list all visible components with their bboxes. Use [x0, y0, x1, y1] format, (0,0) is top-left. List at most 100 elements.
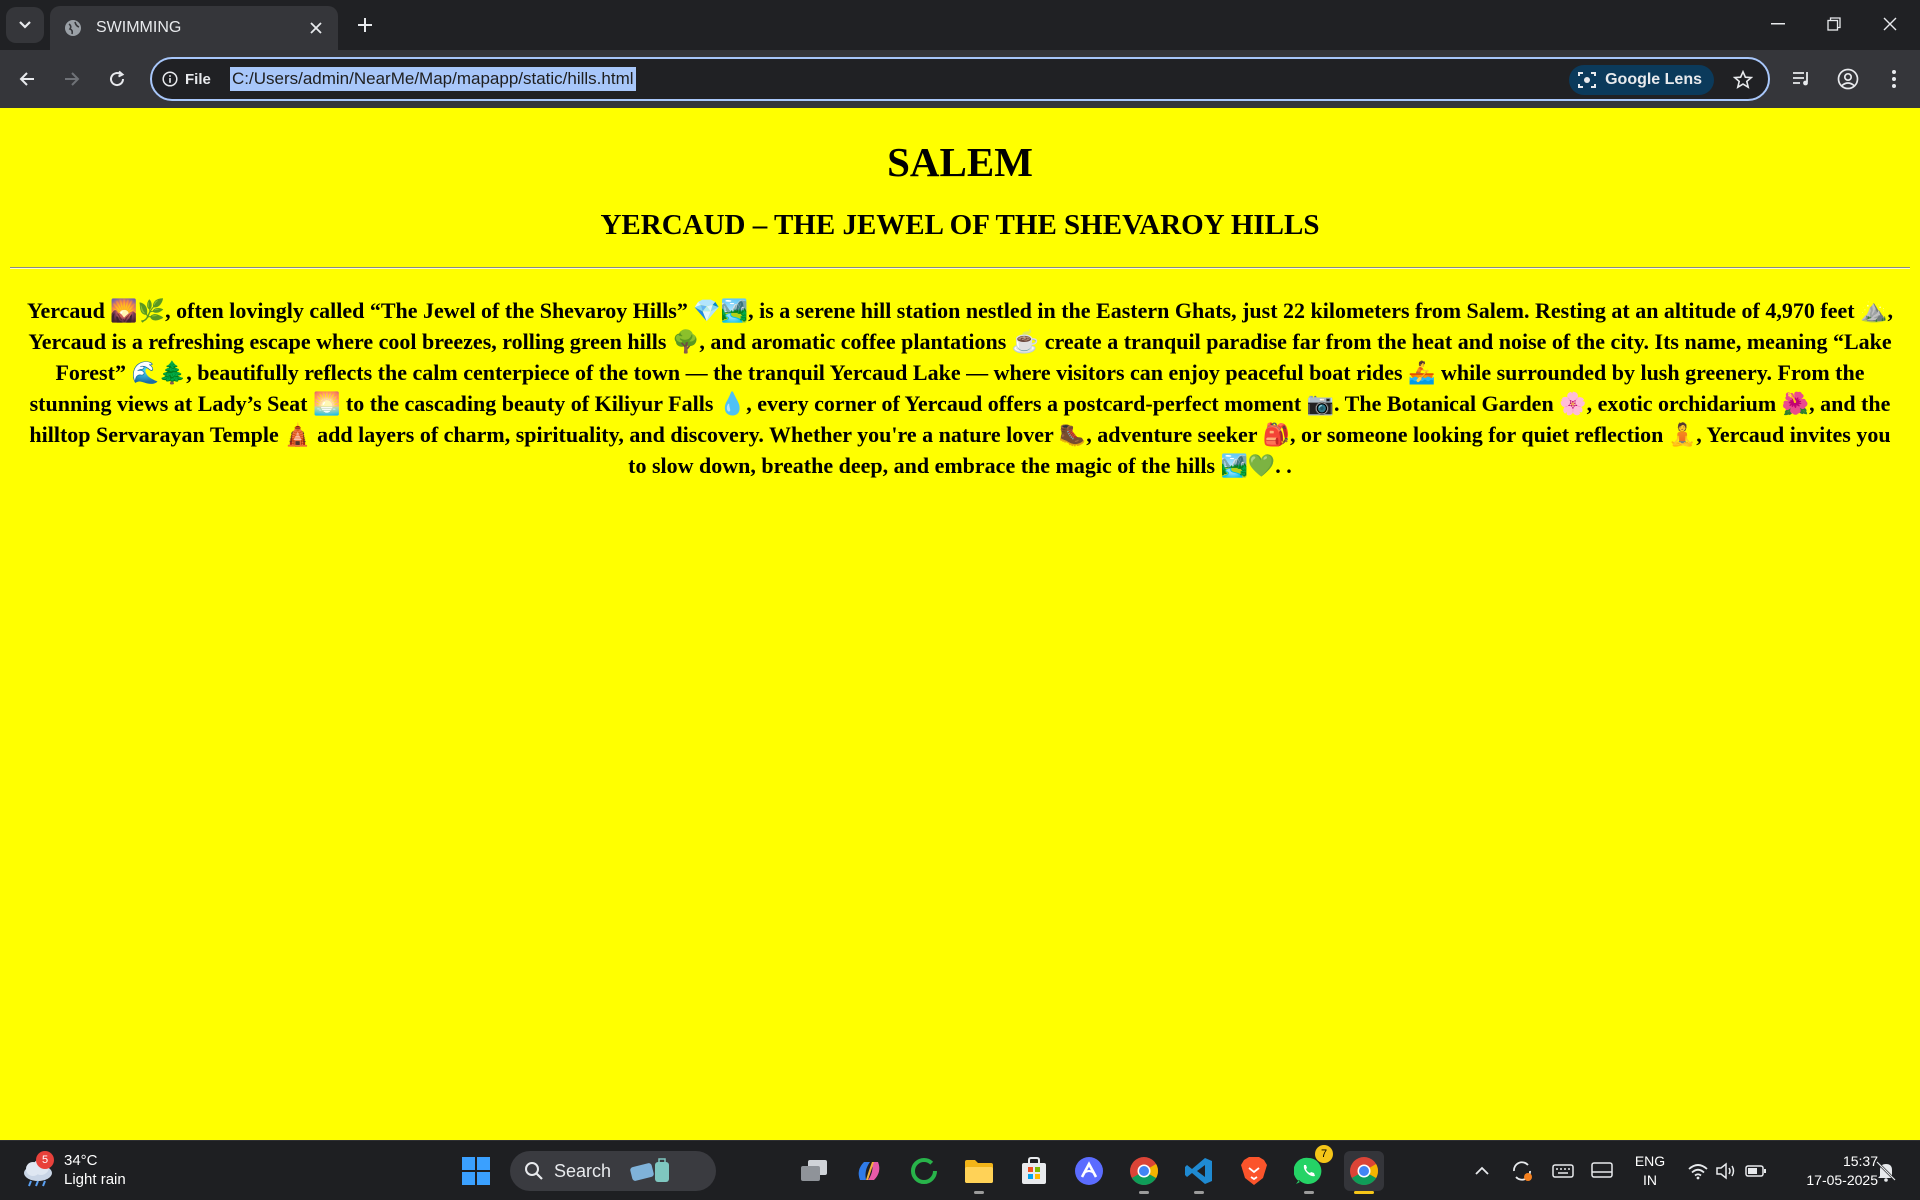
- running-indicator: [1139, 1191, 1149, 1194]
- running-indicator: [1194, 1191, 1204, 1194]
- taskbar-app-file-explorer[interactable]: [959, 1151, 999, 1194]
- weather-widget[interactable]: 5 34°C Light rain: [20, 1149, 126, 1193]
- language-code: ENG: [1634, 1153, 1666, 1169]
- network-button[interactable]: [1686, 1159, 1710, 1183]
- web-page: SALEM YERCAUD – THE JEWEL OF THE SHEVARO…: [0, 108, 1920, 1140]
- battery-icon: [1745, 1165, 1766, 1177]
- globe-icon: [65, 20, 81, 36]
- media-control-button[interactable]: [1786, 63, 1818, 95]
- restore-icon: [1827, 17, 1841, 31]
- browser-toolbar: File C:/Users/admin/NearMe/Map/mapapp/st…: [0, 50, 1920, 108]
- back-button[interactable]: [10, 62, 44, 96]
- close-icon: [1883, 17, 1897, 31]
- clock-time: 15:37: [1842, 1153, 1878, 1169]
- close-window-button[interactable]: [1862, 0, 1918, 48]
- google-lens-label: Google Lens: [1605, 71, 1702, 88]
- tab-title: SWIMMING: [96, 19, 182, 36]
- reload-button[interactable]: [100, 62, 134, 96]
- store-bag-icon: [1022, 1157, 1046, 1184]
- start-button[interactable]: [456, 1151, 496, 1191]
- menu-button[interactable]: [1878, 63, 1910, 95]
- info-icon: [162, 71, 178, 87]
- task-view-button[interactable]: [794, 1151, 834, 1191]
- google-lens-button[interactable]: Google Lens: [1569, 65, 1714, 95]
- chevron-up-icon: [1475, 1166, 1489, 1175]
- tab-search-button[interactable]: [6, 7, 44, 43]
- forward-button[interactable]: [55, 62, 89, 96]
- arrow-left-icon: [19, 72, 34, 86]
- taskbar-app-vscode[interactable]: [1179, 1151, 1219, 1194]
- tab-active[interactable]: SWIMMING: [50, 6, 338, 50]
- whatsapp-unread-badge: 7: [1315, 1145, 1333, 1163]
- vscode-icon: [1185, 1158, 1212, 1184]
- profile-button[interactable]: [1832, 63, 1864, 95]
- site-info-chip[interactable]: File: [162, 66, 211, 92]
- taskbar-app-whatsapp[interactable]: 7: [1289, 1145, 1333, 1194]
- taskbar-app-chrome[interactable]: [1124, 1151, 1164, 1194]
- brave-lion-icon: [1241, 1157, 1267, 1185]
- notifications-button[interactable]: [1874, 1159, 1898, 1183]
- weather-description: Light rain: [64, 1171, 126, 1188]
- url-text[interactable]: C:/Users/admin/NearMe/Map/mapapp/static/…: [230, 67, 636, 91]
- battery-button[interactable]: [1744, 1159, 1768, 1183]
- loading-ring-icon: [911, 1158, 937, 1184]
- plus-icon: [358, 18, 372, 32]
- taskbar-app-brave[interactable]: [1234, 1151, 1274, 1191]
- input-language[interactable]: ENG IN: [1628, 1152, 1672, 1190]
- sync-icon: [1513, 1161, 1532, 1181]
- page-heading: SALEM: [887, 139, 1033, 185]
- new-tab-button[interactable]: [350, 10, 380, 40]
- weather-temperature: 34°C: [64, 1152, 98, 1169]
- taskbar-app-arc[interactable]: [1069, 1151, 1109, 1191]
- windows-icon: [462, 1157, 490, 1185]
- clock-date: 17-05-2025: [1806, 1172, 1878, 1188]
- display-icon: [1591, 1162, 1613, 1178]
- region-code: IN: [1643, 1172, 1657, 1188]
- close-icon: [310, 22, 322, 34]
- volume-button[interactable]: [1714, 1159, 1738, 1183]
- search-label: Search: [554, 1160, 612, 1181]
- active-indicator: [1354, 1191, 1374, 1194]
- travel-luggage-icon: [630, 1158, 670, 1182]
- taskbar-search[interactable]: Search: [510, 1151, 716, 1191]
- reload-icon: [110, 70, 125, 87]
- running-indicator: [974, 1191, 984, 1194]
- horizontal-rule: [10, 267, 1910, 269]
- weather-badge: 5: [36, 1151, 54, 1169]
- tab-close-button[interactable]: [302, 14, 330, 42]
- arc-app-icon: [1075, 1157, 1103, 1185]
- display-button[interactable]: [1590, 1159, 1614, 1183]
- minimize-button[interactable]: [1750, 0, 1806, 48]
- search-icon: [525, 1162, 543, 1180]
- wifi-icon: [1688, 1164, 1708, 1180]
- bookmark-button[interactable]: [1730, 67, 1756, 93]
- page-subheading: YERCAUD – THE JEWEL OF THE SHEVAROY HILL…: [600, 209, 1320, 241]
- restore-button[interactable]: [1806, 0, 1862, 48]
- task-view-icon: [801, 1160, 827, 1181]
- sync-status-button[interactable]: [1510, 1159, 1534, 1183]
- article-paragraph: Yercaud 🌄🌿, often lovingly called “The J…: [27, 298, 1893, 478]
- show-hidden-icons-button[interactable]: [1470, 1159, 1494, 1183]
- taskbar-app-store[interactable]: [1014, 1151, 1054, 1191]
- folder-icon: [965, 1160, 993, 1183]
- rain-cloud-icon: 5: [20, 1151, 56, 1189]
- clock[interactable]: 15:37 17-05-2025: [1782, 1152, 1878, 1190]
- chrome-icon: [1350, 1157, 1378, 1185]
- address-bar[interactable]: File C:/Users/admin/NearMe/Map/mapapp/st…: [150, 57, 1770, 101]
- more-vertical-icon: [1892, 70, 1896, 88]
- taskbar: 5 34°C Light rain Search 7 ENG IN 15:37 …: [0, 1140, 1920, 1200]
- chrome-icon: [1130, 1157, 1158, 1185]
- taskbar-app-copilot[interactable]: [849, 1151, 889, 1191]
- tab-strip: SWIMMING: [0, 0, 1920, 50]
- speaker-icon: [1716, 1162, 1735, 1180]
- camera-lens-icon: [1578, 72, 1597, 88]
- taskbar-app-chrome-active[interactable]: [1344, 1151, 1384, 1194]
- touch-keyboard-button[interactable]: [1551, 1159, 1575, 1183]
- taskbar-app-refresh-ring[interactable]: [904, 1151, 944, 1191]
- arrow-right-icon: [65, 72, 80, 86]
- copilot-icon: [858, 1162, 880, 1180]
- star-icon: [1733, 70, 1753, 89]
- minimize-icon: [1771, 23, 1785, 25]
- media-queue-icon: [1793, 72, 1808, 86]
- profile-icon: [1837, 68, 1859, 90]
